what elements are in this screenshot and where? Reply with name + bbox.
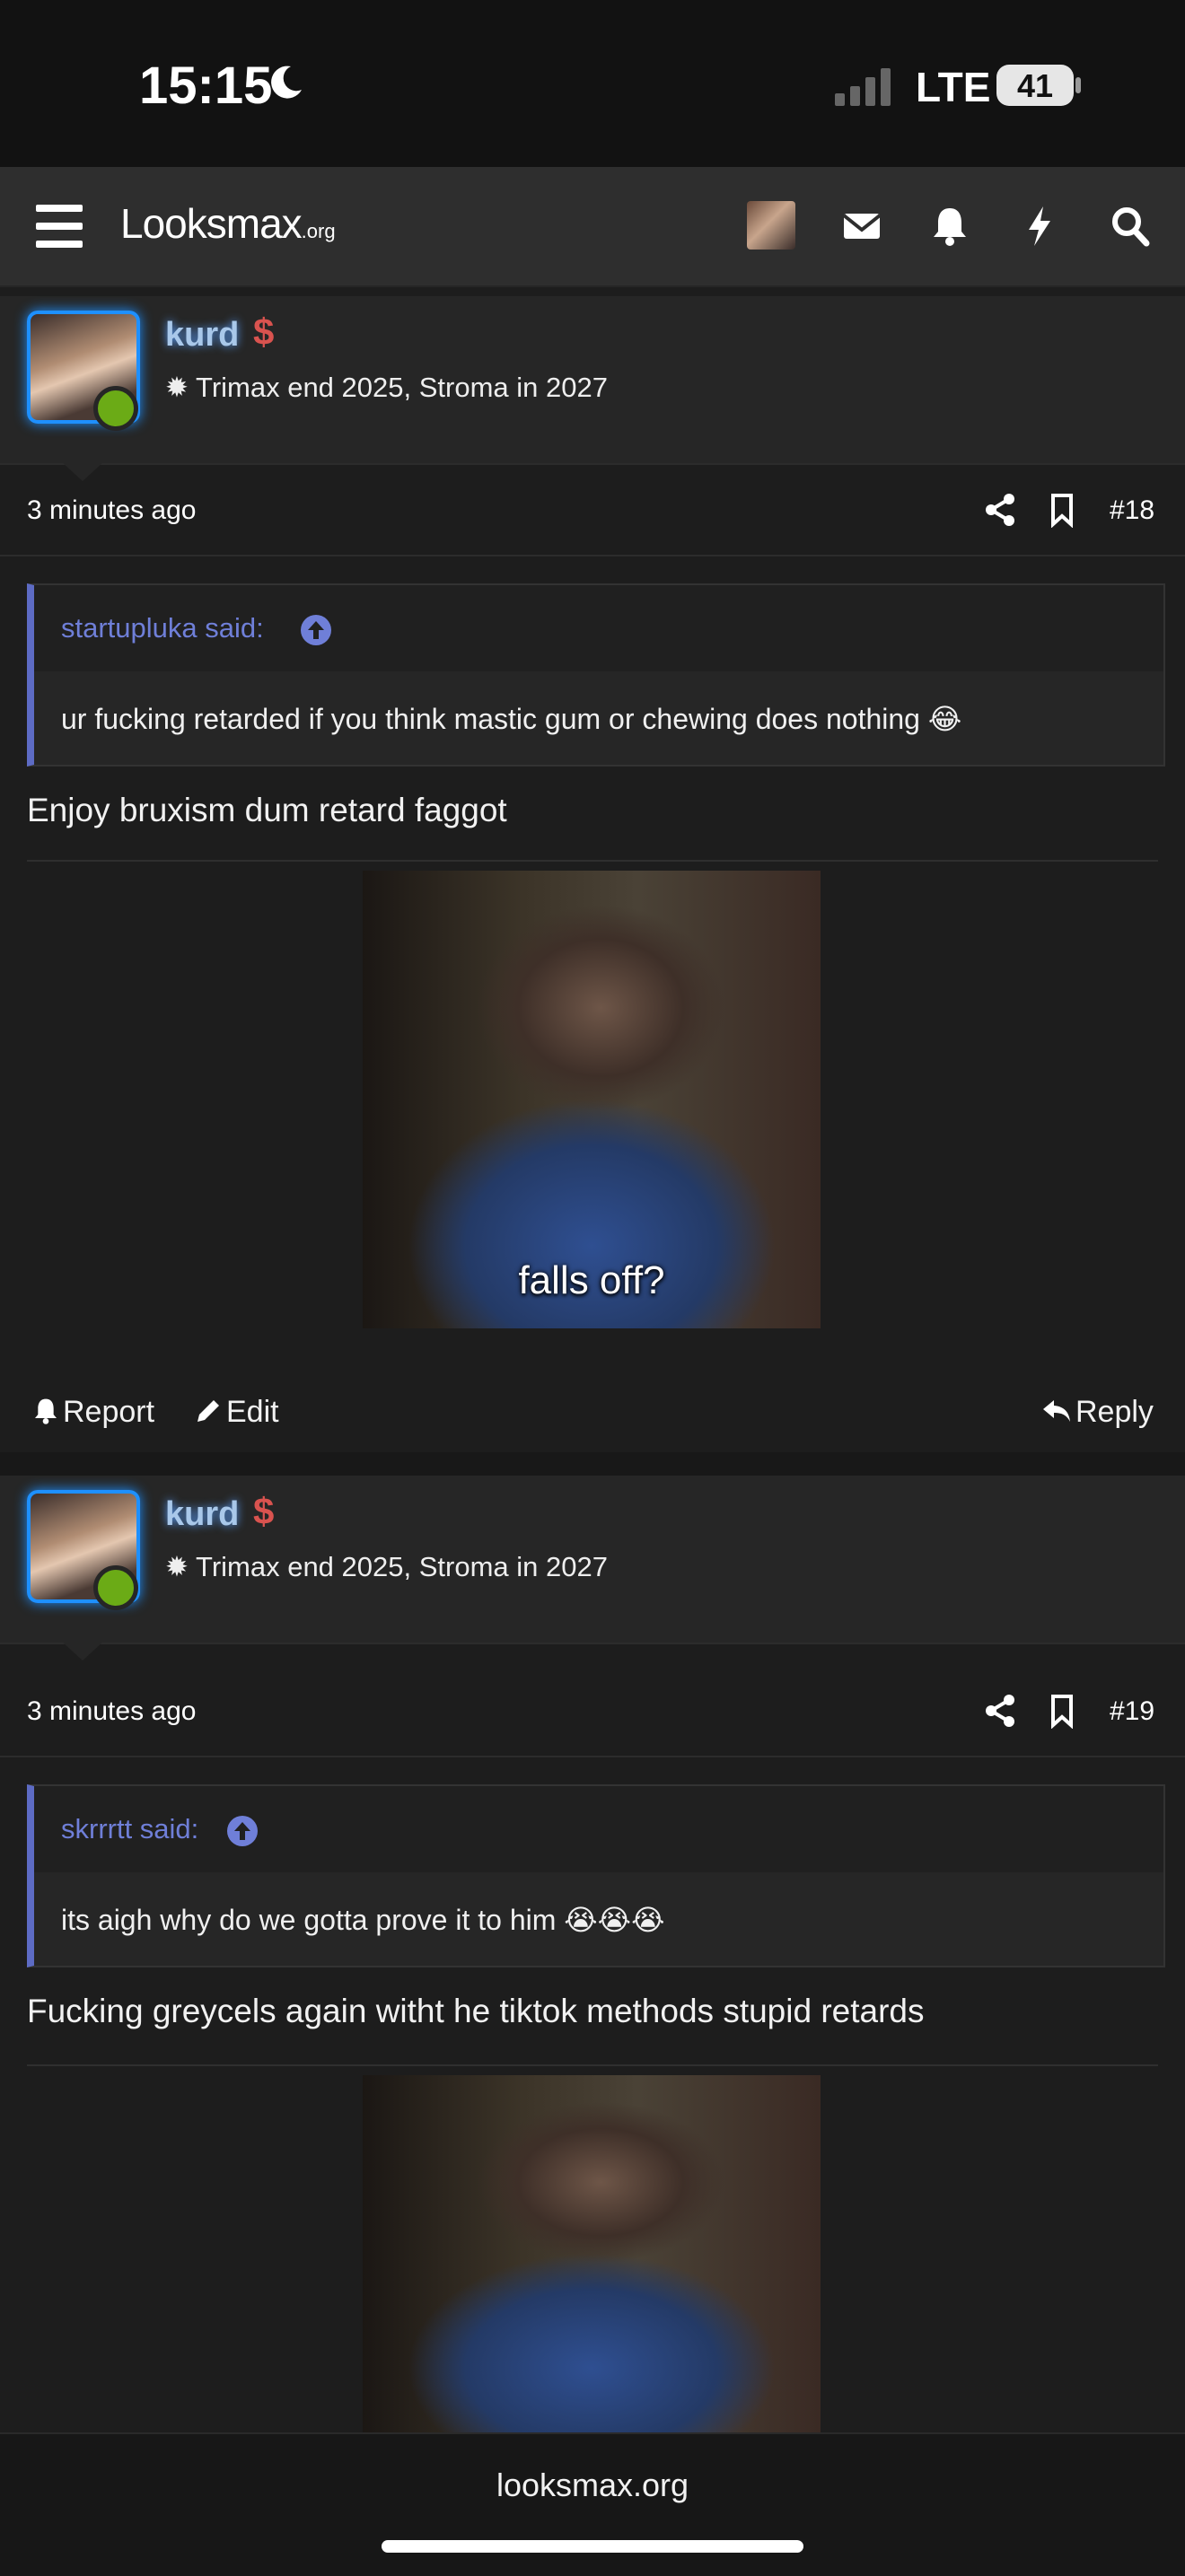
share-icon[interactable] — [982, 1693, 1018, 1729]
arrow-up-circle-icon[interactable] — [300, 614, 332, 646]
post-body: Enjoy bruxism dum retard faggot — [27, 792, 507, 828]
account-avatar[interactable] — [747, 201, 795, 250]
username[interactable]: kurd — [165, 1495, 239, 1534]
post-separator — [0, 1452, 1185, 1476]
post-number[interactable]: #19 — [1110, 1696, 1154, 1727]
battery-icon: 41 — [996, 65, 1074, 106]
quote-author[interactable]: startupluka said: — [61, 612, 264, 644]
search-icon[interactable] — [1110, 205, 1151, 248]
logo-suffix: .org — [301, 220, 336, 242]
post-gif-image[interactable] — [363, 2075, 821, 2432]
post-time[interactable]: 3 minutes ago — [27, 495, 196, 526]
reply-icon — [1043, 1400, 1070, 1422]
dollar-badge-icon: $ — [253, 311, 275, 353]
post-meta: 3 minutes ago #19 — [0, 1666, 1185, 1757]
bell-icon — [35, 1398, 57, 1424]
reply-label: Reply — [1075, 1395, 1154, 1429]
site-logo[interactable]: Looksmax.org — [120, 199, 336, 248]
post-time[interactable]: 3 minutes ago — [27, 1696, 196, 1727]
header-pointer — [61, 1641, 104, 1660]
logo-main: Looksmax — [120, 200, 303, 247]
arrow-up-circle-icon[interactable] — [226, 1815, 259, 1847]
user-title: ✹ Trimax end 2025, Stroma in 2027 — [165, 372, 608, 403]
menu-icon[interactable] — [36, 205, 83, 248]
network-type: LTE — [916, 64, 991, 110]
lightning-icon[interactable] — [1023, 205, 1056, 248]
edit-label: Edit — [226, 1395, 279, 1429]
user-title: ✹ Trimax end 2025, Stroma in 2027 — [165, 1551, 608, 1582]
report-label: Report — [63, 1395, 155, 1429]
browser-bottom-bar: looksmax.org — [0, 2432, 1185, 2576]
status-time: 15:15 — [139, 57, 273, 115]
post-body: Fucking greycels again witht he tiktok m… — [27, 1993, 925, 2029]
bell-icon[interactable] — [932, 205, 968, 248]
divider — [27, 860, 1158, 862]
status-bar: 15:15 LTE 41 — [0, 0, 1185, 167]
signal-icon — [835, 68, 891, 106]
quote-block: skrrrtt said: its aigh why do we gotta p… — [27, 1784, 1165, 1967]
bookmark-icon[interactable] — [1049, 1693, 1075, 1729]
mail-icon[interactable] — [842, 205, 882, 248]
reply-button[interactable]: Reply — [1041, 1395, 1154, 1430]
post-gif-image[interactable]: falls off? — [363, 871, 821, 1328]
top-navbar: Looksmax.org — [0, 167, 1185, 287]
battery-tip — [1075, 77, 1081, 93]
username[interactable]: kurd — [165, 316, 239, 355]
online-indicator — [93, 386, 138, 431]
bookmark-icon[interactable] — [1049, 492, 1075, 528]
post-user-header: kurd $ ✹ Trimax end 2025, Stroma in 2027 — [0, 1476, 1185, 1660]
online-indicator — [93, 1565, 138, 1610]
quote-text: its aigh why do we gotta prove it to him… — [61, 1904, 665, 1936]
battery-level: 41 — [1016, 67, 1054, 104]
gif-caption: falls off? — [518, 1258, 665, 1302]
post-actions: Report Edit Reply — [0, 1368, 1185, 1458]
post-number[interactable]: #18 — [1110, 495, 1154, 526]
pencil-icon — [198, 1400, 219, 1422]
share-icon[interactable] — [982, 492, 1018, 528]
quote-block: startupluka said: ur fucking retarded if… — [27, 583, 1165, 767]
dollar-badge-icon: $ — [253, 1490, 275, 1532]
quote-author[interactable]: skrrrtt said: — [61, 1813, 198, 1845]
quote-text: ur fucking retarded if you think mastic … — [61, 703, 962, 735]
post-meta: 3 minutes ago #18 — [0, 465, 1185, 556]
home-indicator[interactable] — [382, 2540, 803, 2553]
moon-icon — [271, 66, 302, 99]
report-button[interactable]: Report — [32, 1395, 154, 1430]
divider — [27, 2064, 1158, 2066]
post-user-header: kurd $ ✹ Trimax end 2025, Stroma in 2027 — [0, 296, 1185, 481]
url-label[interactable]: looksmax.org — [0, 2466, 1185, 2504]
edit-button[interactable]: Edit — [194, 1395, 279, 1430]
